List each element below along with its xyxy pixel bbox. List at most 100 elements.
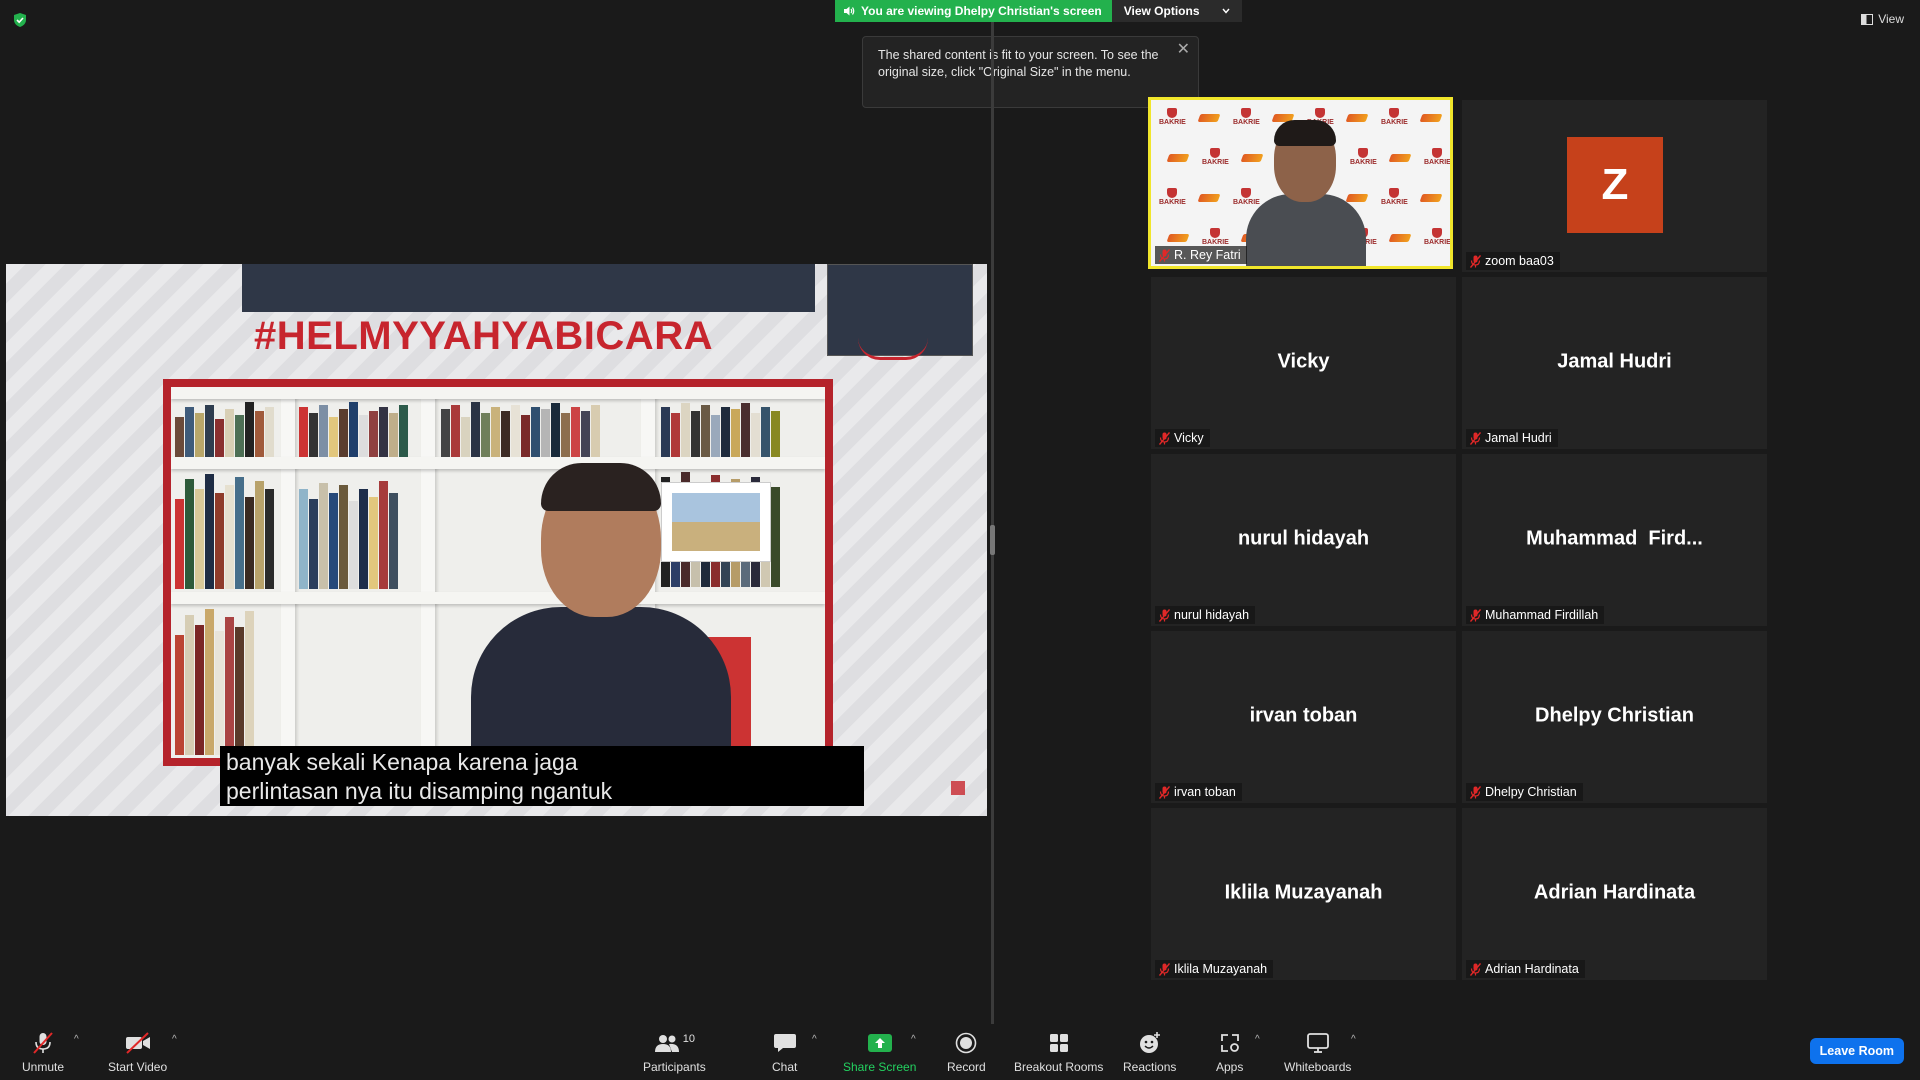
- participant-label: Muhammad Firdillah: [1485, 608, 1599, 622]
- participant-name-tag: nurul hidayah: [1155, 606, 1256, 624]
- bakrie-logo: BAKRIE: [1381, 108, 1408, 127]
- participant-label: Dhelpy Christian: [1485, 785, 1577, 799]
- ribbon-logo: [1166, 234, 1190, 242]
- participant-tile-rey-fatri[interactable]: BAKRIE BAKRIE BAKRIE BAKRIE BAKRIE BAKRIE BAKR…: [1148, 97, 1453, 269]
- mic-muted-icon: [1159, 248, 1170, 262]
- participant-name-tag: R. Rey Fatri: [1155, 246, 1247, 264]
- bakrie-logo: BAKRIE: [1202, 148, 1229, 167]
- mic-muted-icon: [1470, 431, 1481, 445]
- apps-label: Apps: [1216, 1060, 1244, 1074]
- ribbon-logo: [1419, 194, 1443, 202]
- participant-label: Vicky: [1174, 431, 1204, 445]
- bakrie-logo: BAKRIE: [1424, 148, 1450, 167]
- unmute-button[interactable]: Unmute: [22, 1030, 64, 1074]
- shelf-divider: [281, 387, 295, 758]
- start-video-label: Start Video: [108, 1060, 168, 1074]
- participant-label: irvan toban: [1174, 785, 1236, 799]
- participants-count: 10: [682, 1033, 695, 1045]
- participant-label: Adrian Hardinata: [1485, 962, 1579, 976]
- whiteboards-label: Whiteboards: [1284, 1060, 1352, 1074]
- bakrie-logo: BAKRIE: [1159, 188, 1186, 207]
- live-caption: banyak sekali Kenapa karena jaga perlint…: [220, 746, 864, 806]
- ribbon-logo: [1197, 194, 1221, 202]
- participant-name-tag: Vicky: [1155, 429, 1210, 447]
- participant-display-name: Iklila Muzayanah: [1224, 881, 1383, 904]
- shared-red-badge: [858, 338, 928, 360]
- share-screen-button[interactable]: Share Screen: [843, 1030, 916, 1074]
- mic-muted-icon: [1159, 785, 1170, 799]
- participant-name-tag: Muhammad Firdillah: [1466, 606, 1605, 624]
- speaker-video-frame: [163, 379, 833, 766]
- books-row: [441, 399, 600, 457]
- view-options-button[interactable]: View Options: [1111, 0, 1242, 22]
- speaker-icon: [844, 6, 855, 16]
- ribbon-logo: [1419, 114, 1443, 122]
- participant-name-tag: Jamal Hudri: [1466, 429, 1558, 447]
- participant-label: nurul hidayah: [1174, 608, 1250, 622]
- participant-tile-dhelpy-christian[interactable]: Dhelpy Christian Dhelpy Christian: [1462, 631, 1767, 803]
- mic-muted-icon: [1470, 785, 1481, 799]
- close-icon[interactable]: ✕: [1177, 41, 1190, 58]
- audio-options-caret-icon[interactable]: ^: [74, 1034, 79, 1045]
- ribbon-logo: [1388, 154, 1412, 162]
- reactions-label: Reactions: [1123, 1060, 1177, 1074]
- chat-button[interactable]: Chat: [772, 1030, 797, 1074]
- security-shield-icon[interactable]: [12, 12, 28, 28]
- reactions-button[interactable]: Reactions: [1123, 1030, 1176, 1074]
- participant-video: [1246, 120, 1366, 266]
- bakrie-logo: BAKRIE: [1159, 108, 1186, 127]
- mic-muted-icon: [1159, 431, 1170, 445]
- video-options-caret-icon[interactable]: ^: [172, 1034, 177, 1045]
- mic-muted-icon: [1159, 608, 1170, 622]
- grid-view-icon: [1861, 13, 1874, 25]
- participant-tile-vicky[interactable]: Vicky Vicky: [1151, 277, 1456, 449]
- whiteboards-button[interactable]: Whiteboards: [1284, 1030, 1351, 1074]
- participants-button[interactable]: 10 Participants: [643, 1030, 706, 1074]
- avatar: Z: [1567, 137, 1663, 233]
- view-options-label: View Options: [1123, 4, 1200, 18]
- ribbon-logo: [1388, 234, 1412, 242]
- record-button[interactable]: Record: [947, 1030, 986, 1074]
- participant-display-name: irvan toban: [1249, 704, 1358, 727]
- participant-name-tag: Dhelpy Christian: [1466, 783, 1583, 801]
- start-video-button[interactable]: Start Video: [108, 1030, 167, 1074]
- apps-options-caret-icon[interactable]: ^: [1255, 1034, 1260, 1045]
- participant-display-name: Dhelpy Christian: [1535, 704, 1694, 727]
- ribbon-logo: [1166, 154, 1190, 162]
- share-screen-icon: [867, 1034, 892, 1052]
- share-options-caret-icon[interactable]: ^: [911, 1034, 916, 1045]
- record-label: Record: [947, 1060, 986, 1074]
- apps-button[interactable]: Apps: [1216, 1030, 1243, 1074]
- participant-display-name: Muhammad Fird...: [1526, 527, 1703, 550]
- show-hashtag: #HELMYYAHYABICARA: [254, 314, 713, 358]
- shelf-board: [171, 387, 825, 399]
- meeting-toolbar: Unmute ^ Start Video ^ 10 Participants C…: [0, 1024, 1920, 1080]
- chevron-down-icon: [1221, 8, 1230, 14]
- leave-room-button[interactable]: Leave Room: [1809, 1038, 1904, 1064]
- record-icon: [956, 1032, 977, 1054]
- mic-muted-icon: [1470, 962, 1481, 976]
- caption-line-2: perlintasan nya itu disamping ngantuk: [226, 778, 613, 804]
- participant-tile-jamal-hudri[interactable]: Jamal Hudri Jamal Hudri: [1462, 277, 1767, 449]
- books-row: [175, 399, 274, 457]
- bakrie-logo: BAKRIE: [1202, 228, 1229, 247]
- participant-tile-irvan-toban[interactable]: irvan toban irvan toban: [1151, 631, 1456, 803]
- participant-tile-iklila-muzayanah[interactable]: Iklila Muzayanah Iklila Muzayanah: [1151, 808, 1456, 980]
- splitter-handle[interactable]: [990, 525, 995, 555]
- caption-line-1: banyak sekali Kenapa karena jaga: [226, 749, 578, 775]
- chat-options-caret-icon[interactable]: ^: [812, 1034, 817, 1045]
- participant-tile-adrian-hardinata[interactable]: Adrian Hardinata Adrian Hardinata: [1462, 808, 1767, 980]
- tooltip-text: The shared content is fit to your screen…: [878, 48, 1159, 79]
- shelf-divider: [421, 387, 435, 758]
- participant-name-tag: Adrian Hardinata: [1466, 960, 1585, 978]
- view-label: View: [1878, 12, 1904, 26]
- breakout-rooms-button[interactable]: Breakout Rooms: [1014, 1030, 1103, 1074]
- view-menu-button[interactable]: View: [1861, 12, 1904, 26]
- viewing-text: You are viewing Dhelpy Christian's scree…: [861, 4, 1102, 18]
- whiteboards-options-caret-icon[interactable]: ^: [1351, 1034, 1356, 1045]
- participant-tile-muhammad-firdillah[interactable]: Muhammad Fird... Muhammad Firdillah: [1462, 454, 1767, 626]
- ribbon-logo: [1197, 114, 1221, 122]
- participant-tile-nurul-hidayah[interactable]: nurul hidayah nurul hidayah: [1151, 454, 1456, 626]
- participant-tile-zoom-baa03[interactable]: Z zoom baa03: [1462, 100, 1767, 272]
- whiteboard-icon: [1306, 1033, 1329, 1053]
